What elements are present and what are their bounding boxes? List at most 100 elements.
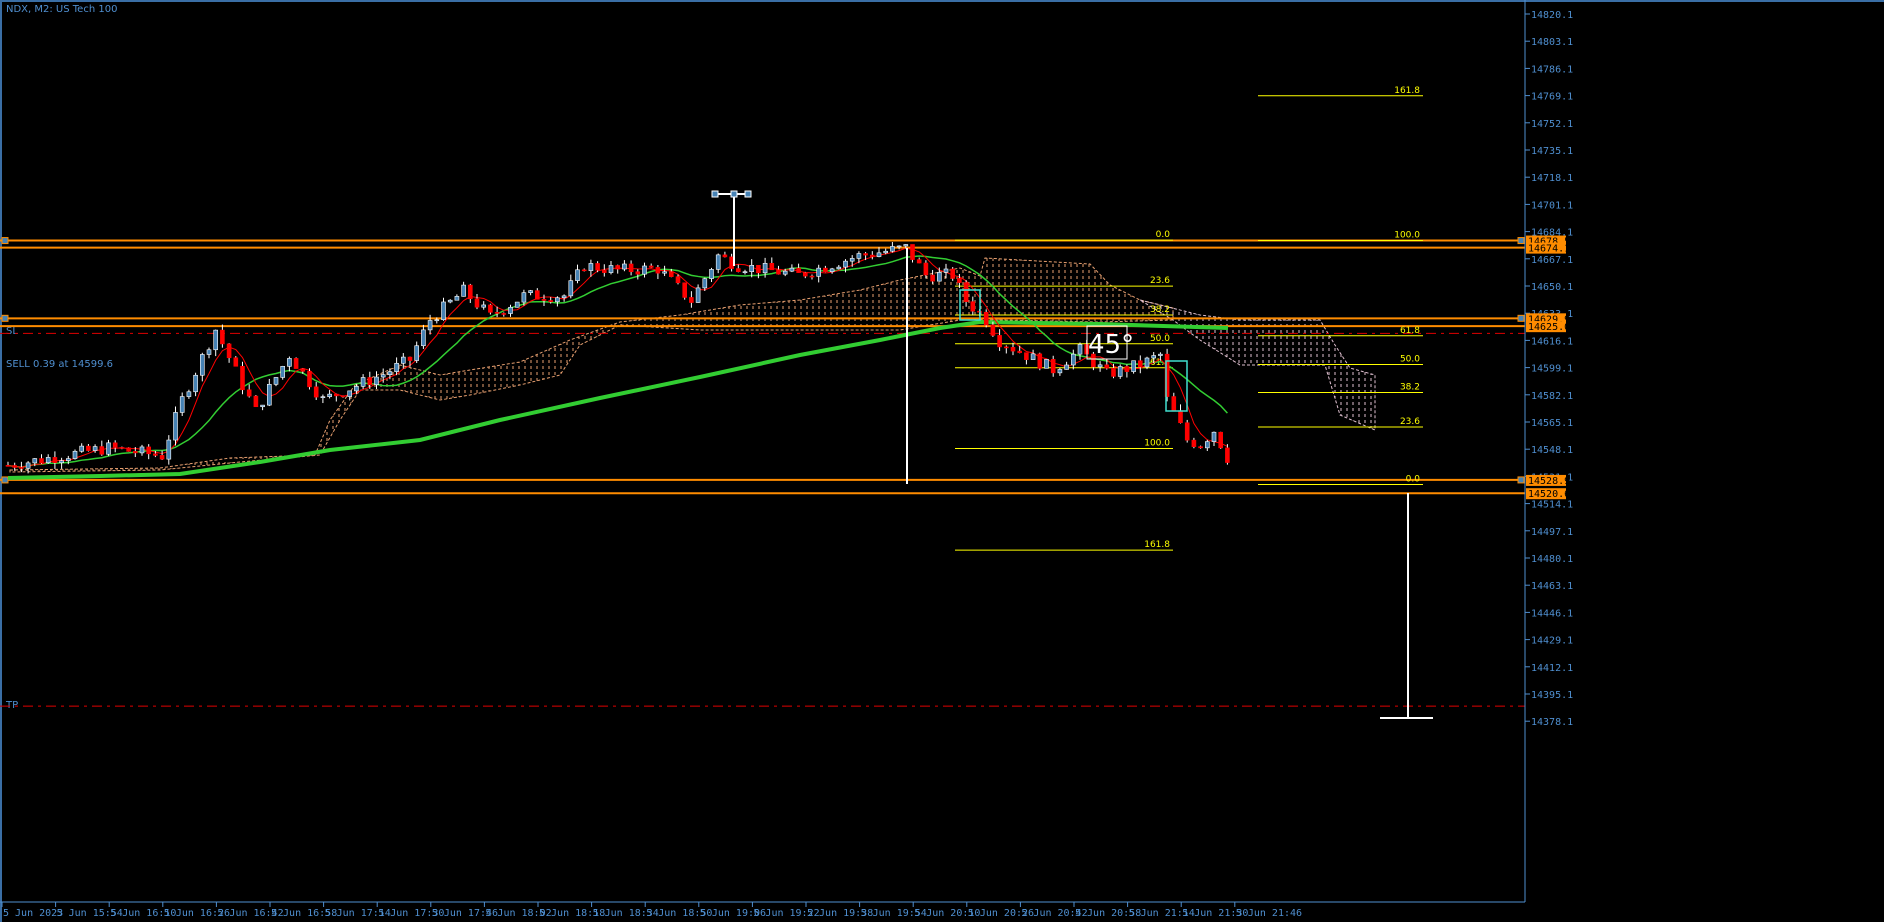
bull-candle [1097,364,1103,368]
bear-candle [1017,350,1023,353]
handle[interactable] [1,476,9,484]
price-axis[interactable]: 14820.1 14803.1 14786.1 14769.1 14752.1 14735… [1525,10,1573,728]
bear-candle [1111,367,1116,377]
bear-candle [735,268,741,273]
bear-candle [1003,346,1009,349]
bear-candle [1010,347,1016,352]
bull-candle [876,252,882,257]
bear-candle [240,365,245,391]
handle[interactable] [1,314,9,322]
bull-candle [789,267,795,272]
bull-candle [354,386,359,392]
bull-candle [588,263,594,271]
price-tick: 14378.1 [1531,717,1573,728]
handle[interactable] [1,237,9,245]
bull-candle [849,258,855,262]
bull-candle [360,377,366,387]
bear-candle [474,298,480,308]
bear-candle [648,265,654,268]
bull-candle [836,266,842,270]
time-axis[interactable]: 5 Jun 20235 Jun 15:545 Jun 16:105 Jun 16… [1,902,1302,919]
bear-candle [494,312,500,314]
bull-candle [287,358,292,367]
handle[interactable] [1517,476,1525,484]
handle[interactable] [1517,237,1525,245]
handle[interactable] [711,190,719,198]
ichimoku-cloud [9,257,1376,473]
price-tag-label: 14528.9 [1528,476,1570,487]
price-tick: 14701.1 [1531,200,1573,211]
bull-candle [327,393,332,398]
bear-candle [802,272,808,277]
bull-candle [856,253,862,259]
bull-candle [481,304,487,308]
price-tick: 14650.1 [1531,282,1573,293]
handle[interactable] [1517,314,1525,322]
bear-candle [990,324,996,336]
bear-candle [407,356,413,361]
bear-candle [635,271,641,275]
bear-candle [668,271,674,278]
price-tick: 14820.1 [1531,10,1573,21]
bear-candle [923,262,929,276]
bull-candle [936,272,942,282]
fib-label: 38.2 [1150,305,1170,315]
bear-candle [1198,446,1203,449]
bull-candle [260,404,265,408]
handle[interactable] [744,190,752,198]
bear-candle [916,259,922,264]
bull-candle [186,391,192,397]
bull-candle [1158,353,1163,356]
bear-candle [1024,352,1029,360]
bear-candle [970,301,976,312]
price-tick: 14412.1 [1531,663,1573,674]
fib-label: 50.0 [1400,355,1420,365]
fib-label: 100.0 [1144,439,1170,449]
bull-candle [387,371,393,375]
handle[interactable] [730,190,738,198]
bear-candle [1138,360,1143,368]
bull-candle [139,446,145,454]
bear-candle [307,370,312,388]
bear-candle [863,253,868,256]
bull-candle [92,446,98,451]
bear-candle [340,395,346,398]
bull-candle [32,458,38,464]
bull-candle [890,246,895,252]
bear-candle [1218,431,1223,449]
price-chart[interactable]: 0.023.638.250.061.8100.0161.8161.8100.06… [0,0,1884,922]
fib-label: 61.8 [1400,326,1420,336]
bear-candle [957,278,962,283]
bear-candle [950,268,956,279]
bear-candle [534,290,540,300]
bull-candle [421,329,426,347]
bull-candle [829,268,835,272]
bear-candle [963,282,969,302]
price-tick: 14735.1 [1531,146,1573,157]
bull-candle [816,267,822,277]
bear-candle [119,447,125,449]
bull-candle [1151,355,1156,359]
bull-candle [206,349,212,355]
bear-candle [910,244,915,260]
bear-candle [682,282,688,298]
fib-label: 50.0 [1150,334,1170,344]
time-tick: 5 Jun 21:46 [1236,908,1302,919]
bear-candle [5,465,11,467]
bear-candle [1104,364,1110,369]
bear-candle [1178,410,1183,424]
bull-candle [843,260,848,268]
bear-candle [153,453,158,456]
bull-candle [642,265,647,275]
bull-candle [380,374,386,378]
bear-candle [541,299,547,301]
bear-candle [1037,353,1043,369]
price-tick: 14548.1 [1531,445,1573,456]
bull-candle [347,390,353,397]
bear-candle [313,386,319,398]
bull-candle [528,290,533,293]
fib-label: 0.0 [1406,475,1421,485]
bull-candle [454,296,460,301]
bear-candle [226,343,232,359]
fib-label: 161.8 [1394,86,1420,96]
